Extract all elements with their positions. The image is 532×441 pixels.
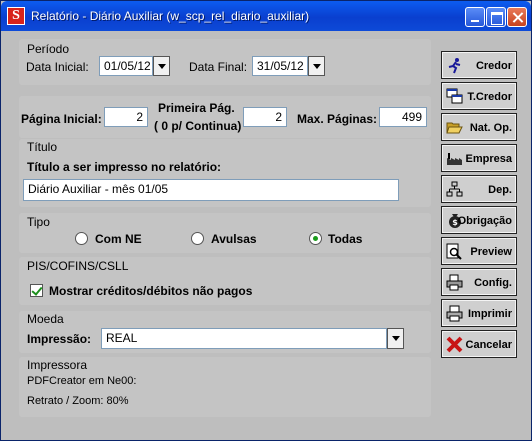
cancelar-label: Cancelar [465, 339, 512, 351]
report-window: S Relatório - Diário Auxiliar (w_scp_rel… [0, 0, 532, 441]
org-chart-icon [446, 181, 463, 198]
pagina-inicial-field[interactable]: 2 [104, 107, 148, 127]
printer-icon [446, 305, 463, 322]
tipo-title: Tipo [27, 215, 50, 229]
impressao-select[interactable]: REAL [101, 328, 387, 349]
dep-button[interactable]: Dep. [441, 175, 517, 203]
max-paginas-field[interactable]: 499 [379, 107, 427, 127]
tcredor-button[interactable]: T.Credor [441, 82, 517, 110]
data-inicial-dropdown-button[interactable] [153, 56, 170, 76]
pis-title: PIS/COFINS/CSLL [27, 259, 129, 273]
impressora-name: PDFCreator em Ne00: [27, 375, 137, 387]
empresa-label: Empresa [465, 153, 512, 165]
tcredor-label: T.Credor [467, 91, 512, 103]
windows-stack-icon [446, 88, 463, 105]
data-final-dropdown-button[interactable] [308, 56, 325, 76]
preview-label: Preview [470, 246, 512, 258]
data-inicial-label: Data Inicial: [26, 60, 89, 74]
title-bar[interactable]: S Relatório - Diário Auxiliar (w_scp_rel… [1, 1, 531, 31]
config-label: Config. [474, 277, 512, 289]
natop-button[interactable]: Nat. Op. [441, 113, 517, 141]
maximize-button[interactable] [486, 7, 506, 27]
periodo-title: Período [27, 42, 70, 56]
titulo-title: Título [27, 140, 58, 154]
credor-label: Credor [475, 60, 512, 72]
impressao-dropdown-button[interactable] [387, 328, 404, 349]
dep-label: Dep. [488, 184, 512, 196]
data-final-field[interactable]: 31/05/12 [252, 56, 308, 76]
obrigacao-button[interactable]: $ Obrigação [441, 206, 517, 234]
radio-avulsas-label[interactable]: Avulsas [211, 232, 257, 246]
factory-icon [446, 150, 463, 167]
config-button[interactable]: Config. [441, 268, 517, 296]
impressora-zoom: Retrato / Zoom: 80% [27, 395, 129, 407]
mostrar-creditos-label[interactable]: Mostrar créditos/débitos não pagos [49, 284, 252, 298]
radio-todas-label[interactable]: Todas [328, 232, 362, 246]
data-inicial-field[interactable]: 01/05/12 [99, 56, 153, 76]
minimize-button[interactable] [465, 7, 485, 27]
cancelar-button[interactable]: Cancelar [441, 330, 517, 358]
impressao-label: Impressão: [27, 332, 92, 346]
credor-button[interactable]: Credor [441, 51, 517, 79]
radio-avulsas[interactable] [191, 232, 204, 245]
magnifier-page-icon [446, 243, 463, 260]
empresa-button[interactable]: Empresa [441, 144, 517, 172]
primeira-pag-hint: ( 0 p/ Continua) [154, 119, 242, 133]
imprimir-button[interactable]: Imprimir [441, 299, 517, 327]
window-title: Relatório - Diário Auxiliar (w_scp_rel_d… [31, 9, 310, 23]
cancel-x-icon [446, 336, 463, 353]
impressora-title: Impressora [27, 358, 88, 372]
preview-button[interactable]: Preview [441, 237, 517, 265]
titulo-field-label: Título a ser impresso no relatório: [27, 160, 222, 174]
app-icon: S [7, 7, 25, 25]
runner-icon [446, 57, 463, 74]
titulo-input[interactable]: Diário Auxiliar - mês 01/05 [23, 179, 399, 201]
moeda-title: Moeda [27, 312, 64, 326]
max-paginas-label: Max. Páginas: [297, 112, 378, 126]
natop-label: Nat. Op. [469, 122, 512, 134]
imprimir-label: Imprimir [467, 308, 512, 320]
folder-open-icon [446, 119, 463, 136]
primeira-pag-field[interactable]: 2 [243, 107, 287, 127]
obrigacao-label: Obrigação [457, 215, 512, 227]
printer-setup-icon [446, 274, 463, 291]
close-button[interactable] [507, 7, 527, 27]
radio-todas[interactable] [309, 232, 322, 245]
radio-com-ne-label[interactable]: Com NE [95, 232, 142, 246]
radio-com-ne[interactable] [75, 232, 88, 245]
data-final-label: Data Final: [189, 60, 248, 74]
mostrar-creditos-checkbox[interactable] [30, 284, 43, 297]
primeira-pag-label: Primeira Pág. [158, 101, 235, 115]
pagina-inicial-label: Página Inicial: [21, 112, 102, 126]
